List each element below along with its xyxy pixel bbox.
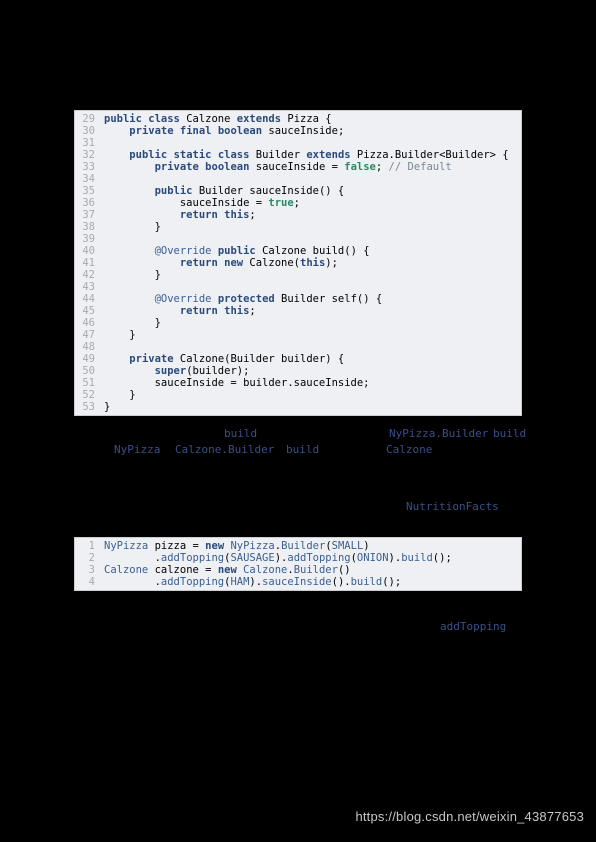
token-build-1: build <box>224 427 257 440</box>
token-nypizza: NyPizza <box>114 443 160 456</box>
token-calzone: Calzone <box>386 443 432 456</box>
token-build-3: build <box>286 443 319 456</box>
code-lines-1: public class Calzone extends Pizza { pri… <box>98 111 509 415</box>
code-block-usage: 1234 NyPizza pizza = new NyPizza.Builder… <box>74 537 522 591</box>
token-addtopping: addTopping <box>440 620 506 633</box>
page: 2930313233343536373839404142434445464748… <box>0 0 596 842</box>
code-block-calzone: 2930313233343536373839404142434445464748… <box>74 110 522 416</box>
line-gutter-1: 2930313233343536373839404142434445464748… <box>75 111 98 415</box>
line-gutter-2: 1234 <box>75 538 98 590</box>
token-nutritionfacts: NutritionFacts <box>406 500 499 513</box>
watermark: https://blog.csdn.net/weixin_43877653 <box>355 809 584 824</box>
code-lines-2: NyPizza pizza = new NyPizza.Builder(SMAL… <box>98 538 452 590</box>
token-calzone-builder: Calzone.Builder <box>175 443 274 456</box>
token-nypizza-builder: NyPizza.Builder <box>389 427 488 440</box>
token-build-2: build <box>493 427 526 440</box>
